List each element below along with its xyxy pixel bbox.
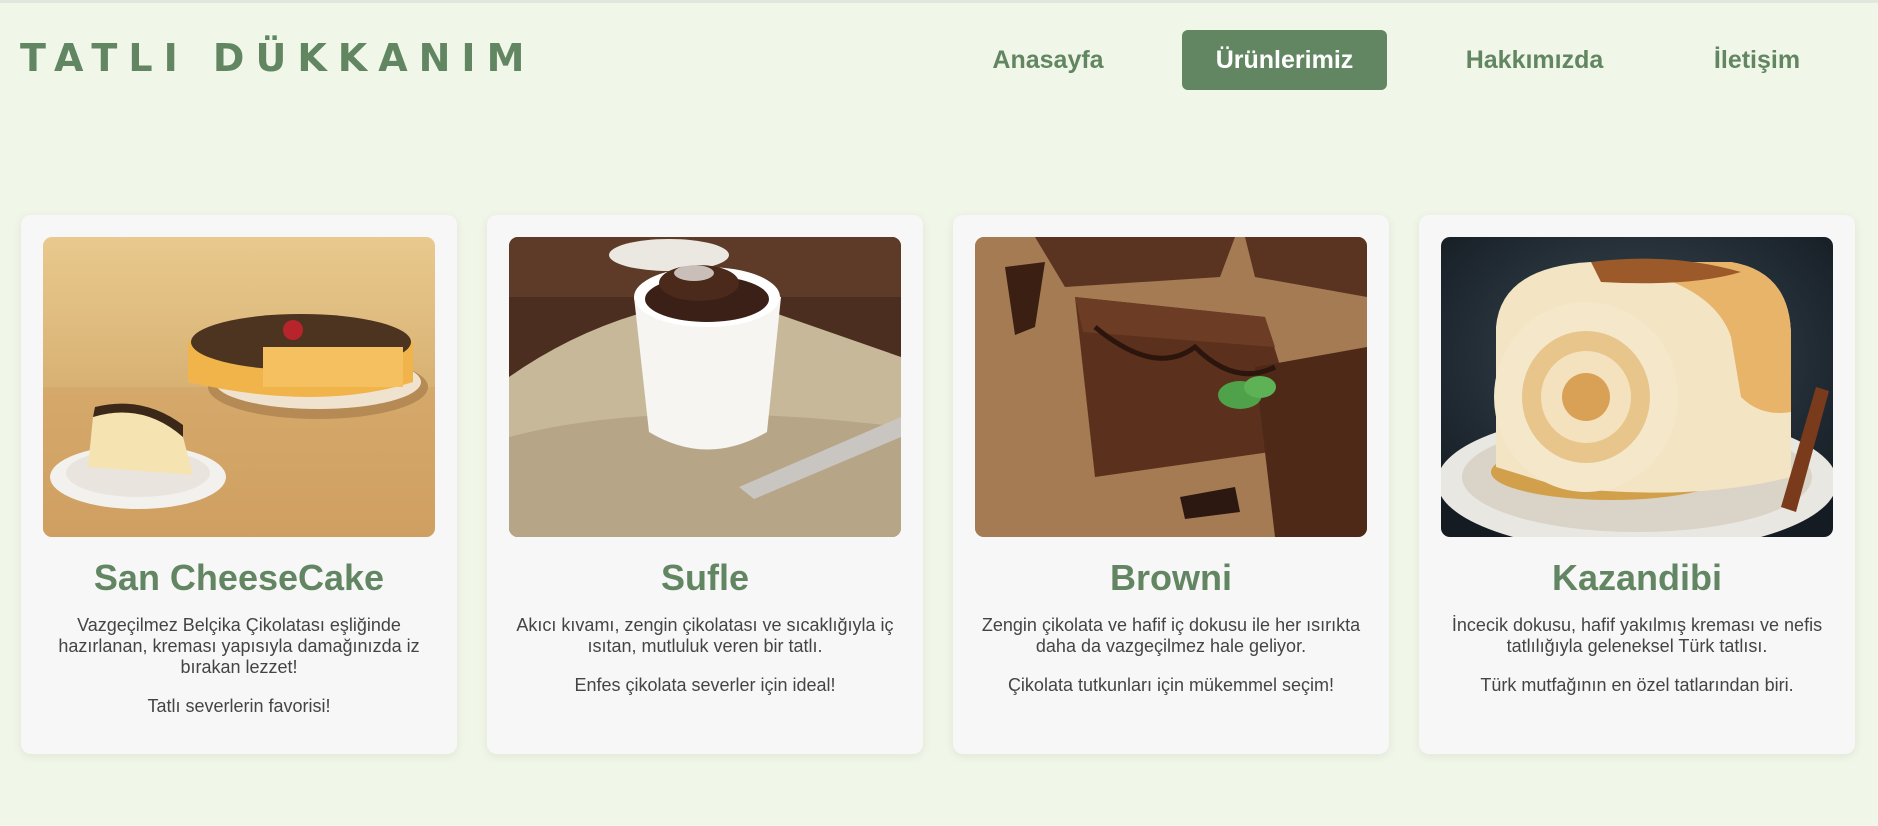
product-title: Browni bbox=[1110, 557, 1232, 598]
product-title: Kazandibi bbox=[1551, 557, 1722, 598]
brownie-image bbox=[975, 237, 1367, 537]
product-title: San CheeseCake bbox=[93, 557, 385, 598]
product-note: Çikolata tutkunları için mükemmel seçim! bbox=[1007, 675, 1335, 695]
site-header: TATLI DÜKKANIM Anasayfa Ürünlerimiz Hakk… bbox=[0, 3, 1878, 113]
product-card: Sufle Akıcı kıvamı, zengin çikolatası ve… bbox=[487, 215, 923, 754]
product-card: San CheeseCake Vazgeçilmez Belçika Çikol… bbox=[21, 215, 457, 754]
product-card: Browni Zengin çikolata ve hafif iç dokus… bbox=[953, 215, 1389, 754]
product-list: San CheeseCake Vazgeçilmez Belçika Çikol… bbox=[21, 215, 1855, 754]
product-title: Sufle bbox=[660, 557, 749, 598]
cheesecake-image bbox=[43, 237, 435, 537]
souffle-image bbox=[509, 237, 901, 537]
product-note: Enfes çikolata severler için ideal! bbox=[574, 675, 836, 695]
nav-home-link[interactable]: Anasayfa bbox=[963, 30, 1133, 90]
product-description: Akıcı kıvamı, zengin çikolatası ve sıcak… bbox=[516, 615, 894, 656]
nav-about-link[interactable]: Hakkımızda bbox=[1447, 30, 1622, 90]
product-note: Türk mutfağının en özel tatlarından biri… bbox=[1480, 675, 1794, 695]
kazandibi-image bbox=[1441, 237, 1833, 537]
product-description: Zengin çikolata ve hafif iç dokusu ile h… bbox=[981, 615, 1361, 656]
nav-contact-link[interactable]: İletişim bbox=[1697, 30, 1817, 90]
product-card: Kazandibi İncecik dokusu, hafif yakılmış… bbox=[1419, 215, 1855, 754]
product-description: Vazgeçilmez Belçika Çikolatası eşliğinde… bbox=[58, 615, 420, 677]
product-note: Tatlı severlerin favorisi! bbox=[147, 696, 331, 716]
product-description: İncecik dokusu, hafif yakılmış kreması v… bbox=[1451, 615, 1823, 656]
nav-products-link[interactable]: Ürünlerimiz bbox=[1182, 30, 1387, 90]
main-nav: Anasayfa Ürünlerimiz Hakkımızda İletişim bbox=[0, 30, 1878, 90]
